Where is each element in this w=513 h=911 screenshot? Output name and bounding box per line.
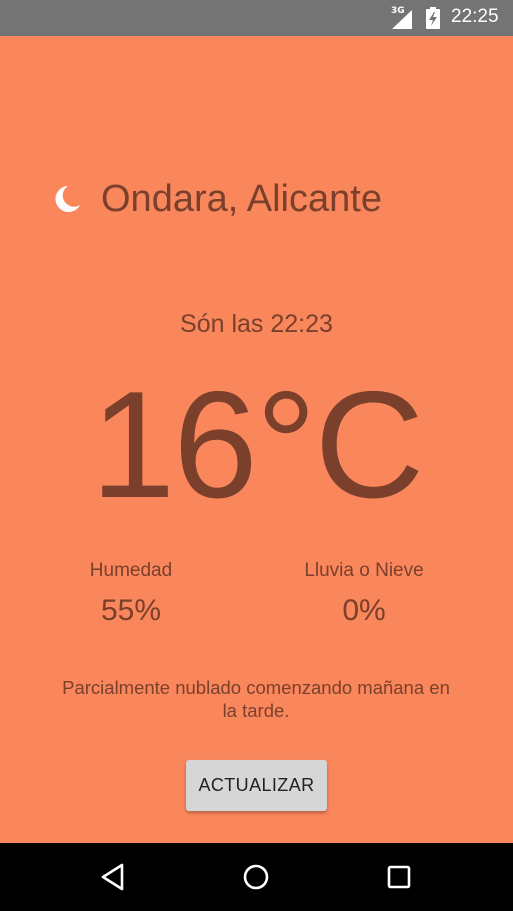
signal-icon [392, 10, 412, 29]
weather-summary: Parcialmente nublado comenzando mañana e… [62, 677, 450, 721]
status-time: 22:25 [451, 6, 499, 27]
location-row: Ondara, Alicante [0, 176, 513, 226]
precipitation-value: 0% [342, 594, 386, 627]
recents-icon[interactable] [381, 859, 417, 895]
home-icon[interactable] [238, 859, 274, 895]
weather-screen: 3G 22:25 Ondara, Alicante Són las 22:23 … [0, 0, 513, 911]
precipitation-label: Lluvia o Nieve [304, 560, 424, 581]
navigation-bar [0, 843, 513, 911]
precipitation-block: Lluvia o Nieve 0% [264, 560, 464, 629]
humidity-value: 55% [100, 594, 162, 627]
location-label: Ondara, Alicante [101, 178, 382, 220]
humidity-block: Humedad 55% [31, 560, 231, 629]
moon-icon [55, 186, 80, 212]
battery-charging-icon [426, 7, 440, 29]
back-icon[interactable] [97, 859, 133, 895]
refresh-button[interactable]: ACTUALIZAR [186, 760, 327, 811]
status-bar: 3G 22:25 [0, 0, 513, 36]
signal-indicator: 3G [388, 6, 414, 29]
temperature-value: 16°C [90, 360, 425, 530]
humidity-label: Humedad [89, 560, 173, 581]
current-time-label: Són las 22:23 [180, 310, 333, 338]
